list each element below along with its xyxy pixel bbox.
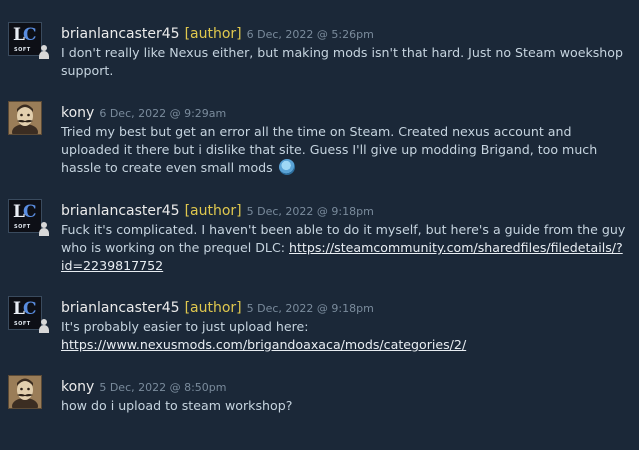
lc-logo: LC bbox=[13, 202, 36, 222]
logo-letter: C bbox=[22, 299, 36, 319]
avatar[interactable]: LC SOFT bbox=[8, 199, 42, 233]
lc-logo: LC bbox=[13, 25, 36, 45]
logo-letter: L bbox=[13, 202, 25, 222]
friend-status-icon bbox=[38, 319, 50, 333]
comment-timestamp: 6 Dec, 2022 @ 9:29am bbox=[99, 107, 227, 120]
comment-text: It's probably easier to just upload here… bbox=[61, 318, 633, 354]
logo-letter: L bbox=[13, 25, 25, 45]
author-tag: [author] bbox=[184, 203, 242, 219]
comment-text: Tried my best but get an error all the t… bbox=[61, 123, 633, 177]
comment-text: how do i upload to steam workshop? bbox=[61, 398, 293, 413]
comment-text: Fuck it's complicated. I haven't been ab… bbox=[61, 221, 633, 275]
comment-text: I don't really like Nexus either, but ma… bbox=[61, 45, 623, 78]
avatar[interactable] bbox=[8, 375, 42, 409]
logo-letter: L bbox=[13, 299, 25, 319]
lc-logo: LC bbox=[13, 299, 36, 319]
author-name[interactable]: brianlancaster45 bbox=[61, 26, 180, 42]
mustached-man-portrait-icon bbox=[9, 376, 41, 408]
avatar[interactable]: LC SOFT bbox=[8, 296, 42, 330]
avatar[interactable]: LC SOFT bbox=[8, 22, 42, 56]
author-name[interactable]: brianlancaster45 bbox=[61, 300, 180, 316]
blue-emoticon-icon bbox=[278, 159, 295, 175]
nexusmods-link[interactable]: https://www.nexusmods.com/brigandoaxaca/… bbox=[61, 337, 466, 352]
author-tag: [author] bbox=[184, 300, 242, 316]
author-tag: [author] bbox=[184, 26, 242, 42]
logo-letter: C bbox=[22, 25, 36, 45]
friend-status-icon bbox=[38, 222, 50, 236]
comment-timestamp: 5 Dec, 2022 @ 9:18pm bbox=[246, 302, 374, 315]
logo-subtitle: SOFT bbox=[14, 321, 31, 327]
comment-timestamp: 5 Dec, 2022 @ 8:50pm bbox=[99, 381, 227, 394]
logo-subtitle: SOFT bbox=[14, 224, 31, 230]
logo-letter: C bbox=[22, 202, 36, 222]
author-name[interactable]: kony bbox=[61, 379, 94, 395]
avatar[interactable] bbox=[8, 101, 42, 135]
comment-timestamp: 5 Dec, 2022 @ 9:18pm bbox=[246, 205, 374, 218]
author-name[interactable]: kony bbox=[61, 105, 94, 121]
friend-status-icon bbox=[38, 45, 50, 59]
comment-text-body: It's probably easier to just upload here… bbox=[61, 319, 309, 334]
author-name[interactable]: brianlancaster45 bbox=[61, 203, 180, 219]
comment-text-body: Tried my best but get an error all the t… bbox=[61, 124, 598, 175]
mustached-man-portrait-icon bbox=[9, 102, 41, 134]
logo-subtitle: SOFT bbox=[14, 47, 31, 53]
comment-timestamp: 6 Dec, 2022 @ 5:26pm bbox=[246, 28, 374, 41]
